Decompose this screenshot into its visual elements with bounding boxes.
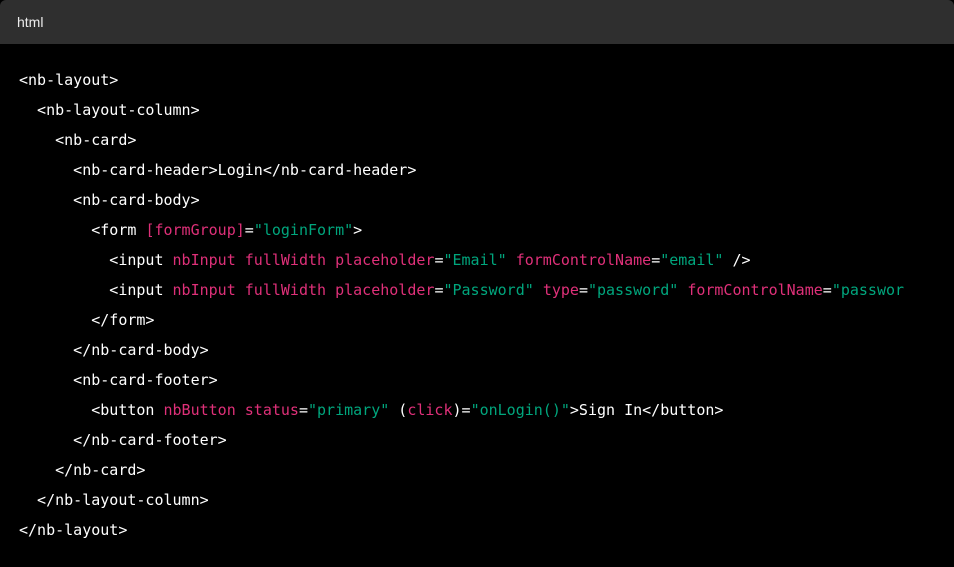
code-attribute-token: nbButton status xyxy=(163,401,299,419)
code-attribute-token: formControlName xyxy=(515,251,652,269)
code-token: <nb-card-header>Login</nb-card-header> xyxy=(19,161,417,179)
code-token: = xyxy=(244,221,254,239)
code-line: <nb-card-body> xyxy=(19,185,954,215)
code-token: <nb-card> xyxy=(19,131,137,149)
code-token: = xyxy=(822,281,832,299)
code-line: <form [formGroup]="loginForm"> xyxy=(19,215,954,245)
code-string-token: "Email" xyxy=(443,251,507,269)
code-token: <form xyxy=(19,221,146,239)
code-token: <nb-layout-column> xyxy=(19,101,200,119)
code-string-token: "email" xyxy=(660,251,724,269)
code-line: <nb-layout-column> xyxy=(19,95,954,125)
code-token: ( xyxy=(389,401,408,419)
code-string-token: "password" xyxy=(587,281,679,299)
code-token: = xyxy=(578,281,588,299)
code-string-token: "onLogin()" xyxy=(470,401,570,419)
code-token: </nb-card-body> xyxy=(19,341,209,359)
code-token: <nb-card-footer> xyxy=(19,371,218,389)
code-string-token: "loginForm" xyxy=(253,221,354,239)
code-token: </nb-card-footer> xyxy=(19,431,227,449)
code-token: > xyxy=(353,221,363,239)
code-line: <nb-card> xyxy=(19,125,954,155)
code-attribute-token: nbInput fullWidth placeholder xyxy=(172,251,435,269)
code-token: </nb-layout-column> xyxy=(19,491,209,509)
code-line: <input nbInput fullWidth placeholder = "Em… xyxy=(19,245,954,275)
code-token: <input xyxy=(19,281,173,299)
code-line: <nb-card-header>Login</nb-card-header> xyxy=(19,155,954,185)
code-token: <input xyxy=(19,251,173,269)
code-attribute-token: type xyxy=(542,281,579,299)
code-token: <nb-card-body> xyxy=(19,191,200,209)
code-string-token: "passwor xyxy=(831,281,905,299)
code-line: <nb-layout> xyxy=(19,65,954,95)
code-line: </form> xyxy=(19,305,954,335)
code-block: html <nb-layout> <nb-layout-column> <nb-… xyxy=(0,0,954,567)
code-line: </nb-card> xyxy=(19,455,954,485)
code-token: </nb-card> xyxy=(19,461,146,479)
code-body[interactable]: <nb-layout> <nb-layout-column> <nb-card>… xyxy=(0,0,954,545)
code-string-token: "Password" xyxy=(443,281,534,299)
code-token: <nb-layout> xyxy=(19,71,119,89)
code-token: = xyxy=(651,251,661,269)
code-token: )= xyxy=(452,401,471,419)
code-line: </nb-layout> xyxy=(19,515,954,545)
code-line: <input nbInput fullWidth placeholder = "Pa… xyxy=(19,275,954,305)
code-line: <button nbButton status="primary" (click… xyxy=(19,395,954,425)
code-line: <nb-card-footer> xyxy=(19,365,954,395)
code-attribute-token: nbInput fullWidth placeholder xyxy=(172,281,435,299)
code-line: </nb-card-footer> xyxy=(19,425,954,455)
code-token: >Sign In</button> xyxy=(569,401,724,419)
code-attribute-token: [formGroup] xyxy=(145,221,245,239)
code-string-token: "primary" xyxy=(308,401,390,419)
code-line: </nb-card-body> xyxy=(19,335,954,365)
code-token: </form> xyxy=(19,311,155,329)
code-token: /> xyxy=(723,251,751,269)
code-attribute-token: click xyxy=(407,401,453,419)
code-token: = xyxy=(298,401,308,419)
code-token: <button xyxy=(19,401,164,419)
code-line: </nb-layout-column> xyxy=(19,485,954,515)
code-token: </nb-layout> xyxy=(19,521,128,539)
code-attribute-token: formControlName xyxy=(687,281,823,299)
